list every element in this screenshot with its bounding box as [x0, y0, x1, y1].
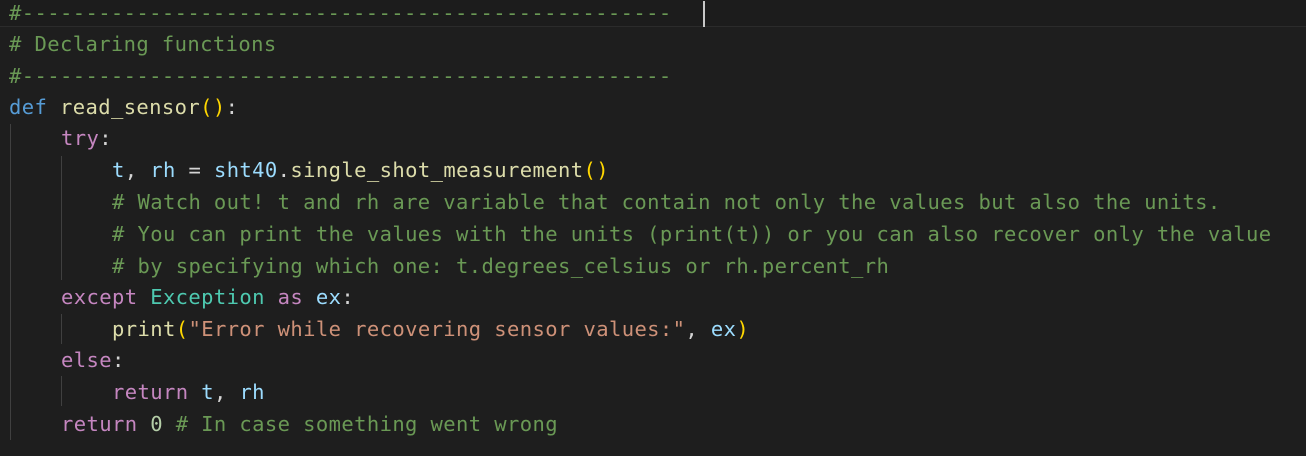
- code-token: #---------------------------------------…: [9, 64, 672, 88]
- code-token: # Watch out! t and rh are variable that …: [112, 190, 1221, 214]
- code-token: return: [112, 380, 189, 404]
- code-token: # In case something went wrong: [175, 412, 558, 436]
- code-line[interactable]: return 0 # In case something went wrong: [61, 408, 558, 440]
- code-token: return: [61, 412, 138, 436]
- code-line[interactable]: #---------------------------------------…: [9, 60, 672, 92]
- code-token: sht40: [213, 158, 278, 182]
- code-line[interactable]: def read_sensor():: [9, 91, 238, 123]
- code-token: except: [61, 285, 138, 309]
- code-token: "Error while recovering sensor values:": [188, 317, 686, 341]
- code-token: def: [9, 95, 48, 119]
- code-token: else: [61, 348, 112, 372]
- code-token: t: [201, 380, 214, 404]
- code-line[interactable]: except Exception as ex:: [61, 281, 354, 313]
- code-token: :: [225, 95, 239, 119]
- code-token: #---------------------------------------…: [9, 1, 672, 25]
- code-line[interactable]: #---------------------------------------…: [9, 0, 672, 29]
- code-token: ,: [213, 380, 240, 404]
- indent-guide: [61, 376, 62, 406]
- code-line[interactable]: try:: [61, 122, 112, 154]
- text-cursor: [703, 1, 705, 27]
- code-token: ): [736, 317, 750, 341]
- code-token: try: [61, 126, 100, 150]
- indent-guide: [61, 156, 62, 280]
- code-token: # You can print the values with the unit…: [112, 222, 1272, 246]
- indent-guide: [61, 314, 62, 344]
- code-token: single_shot_measurement: [290, 158, 584, 182]
- code-token: (: [175, 317, 189, 341]
- code-line[interactable]: # You can print the values with the unit…: [112, 218, 1272, 250]
- code-line[interactable]: return t, rh: [112, 376, 265, 408]
- code-token: ,: [685, 317, 711, 341]
- code-token: 0: [150, 412, 163, 436]
- code-token: ex: [710, 317, 737, 341]
- code-token: .: [277, 158, 291, 182]
- code-token: ,: [124, 158, 151, 182]
- code-token: rh: [150, 158, 176, 182]
- code-token: read_sensor: [59, 95, 201, 119]
- indent-guide: [10, 124, 11, 440]
- code-token: :: [99, 126, 112, 150]
- code-token: Exception: [150, 285, 265, 309]
- code-line[interactable]: else:: [61, 344, 125, 376]
- code-line[interactable]: # by specifying which one: t.degrees_cel…: [112, 250, 889, 282]
- code-token: t: [112, 158, 125, 182]
- code-token: (): [200, 95, 226, 119]
- code-token: # Declaring functions: [9, 32, 277, 56]
- code-token: as: [277, 285, 304, 309]
- code-token: # by specifying which one: t.degrees_cel…: [112, 254, 890, 278]
- code-token: ex: [315, 285, 342, 309]
- code-line[interactable]: # Declaring functions: [9, 28, 277, 60]
- code-token: (): [583, 158, 609, 182]
- code-line[interactable]: t, rh = sht40.single_shot_measurement(): [112, 154, 609, 186]
- code-token: :: [341, 285, 355, 309]
- code-line[interactable]: # Watch out! t and rh are variable that …: [112, 186, 1221, 218]
- code-token: =: [175, 158, 214, 182]
- code-token: rh: [239, 380, 265, 404]
- code-editor[interactable]: #---------------------------------------…: [0, 0, 1306, 456]
- code-line[interactable]: print("Error while recovering sensor val…: [112, 313, 749, 345]
- code-token: :: [111, 348, 125, 372]
- code-token: print: [112, 317, 176, 341]
